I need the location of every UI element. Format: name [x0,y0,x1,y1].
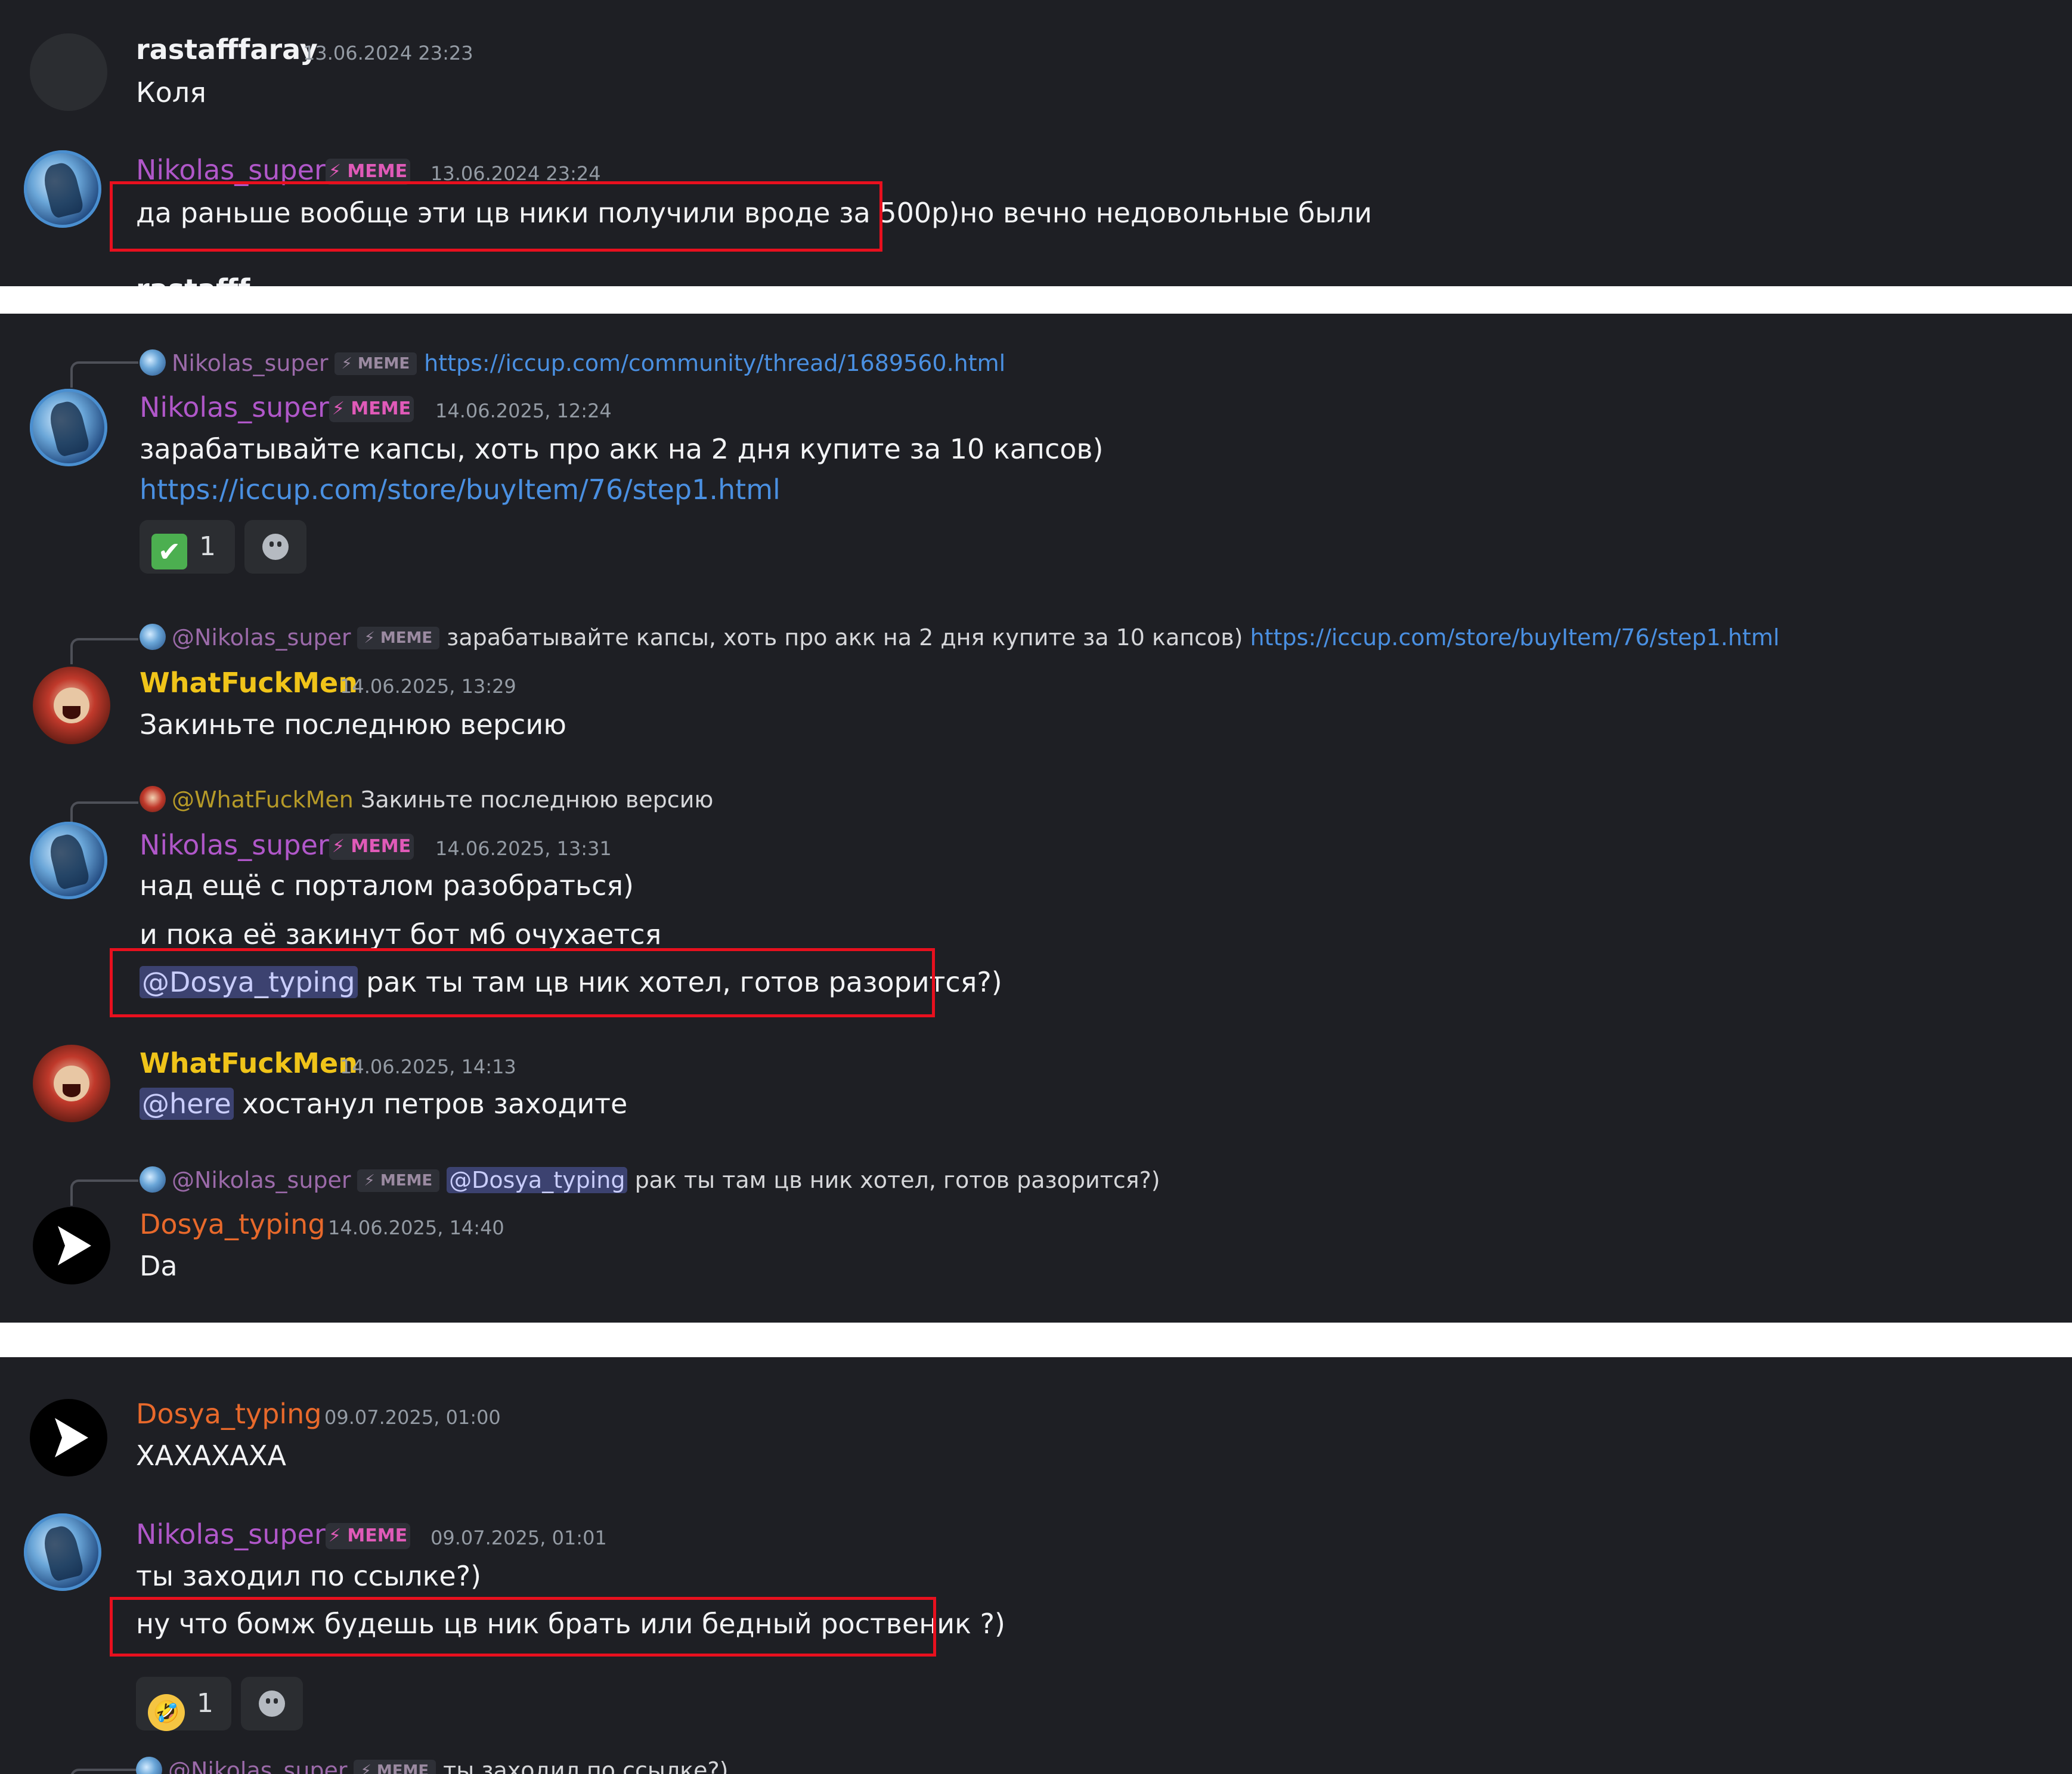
chat-panel-3: Dosya_typing 09.07.2025, 01:00 ХАХАХАХА … [0,1357,2072,1774]
author-name[interactable]: Dosya_typing [140,1208,326,1240]
author-name[interactable]: Nikolas_super [140,829,329,861]
reaction-check[interactable]: ✔ 1 [140,520,235,574]
reply-link[interactable]: https://iccup.com/community/thread/16895… [424,350,1005,376]
highlight-box [110,1597,936,1657]
author-name[interactable]: rastafffaray [136,33,318,66]
message-text: @here хостанул петров заходите [140,1088,627,1120]
rolling-laughing-icon: 🤣 [148,1694,185,1731]
reaction-count: 1 [197,1688,213,1719]
avatar[interactable] [24,1513,101,1591]
reply-author: @Nikolas_super [168,1757,348,1774]
message-text: зарабатывайте капсы, хоть про акк на 2 д… [140,433,1104,465]
reply-avatar [136,1757,162,1774]
role-tag: ⚡ MEME [329,396,414,422]
message-text-rest: но вечно недовольные были [959,197,1372,229]
reply-role-tag: ⚡ MEME [334,352,417,375]
avatar[interactable] [33,667,110,744]
timestamp: 14.06.2025, 13:29 [340,675,516,698]
avatar[interactable] [30,1399,107,1476]
reaction-laugh[interactable]: 🤣 1 [136,1677,231,1731]
reply-text: рак ты там цв ник хотел, готов разорится… [634,1167,1160,1193]
reply-role-tag: ⚡ MEME [353,1760,436,1774]
check-mark-icon: ✔ [151,534,187,569]
author-name[interactable]: Nikolas_super [140,391,329,423]
message-text: Коля [136,76,206,109]
timestamp: 09.07.2025, 01:01 [430,1527,607,1549]
reply-preview[interactable]: @Nikolas_super ⚡ MEME @Dosya_typing рак ты… [140,1166,1160,1193]
chat-panel-2: Nikolas_super ⚡ MEME https://iccup.com/com… [0,314,2072,1323]
role-tag: ⚡ MEME [329,834,414,860]
avatar[interactable] [30,389,107,466]
author-name-partial[interactable]: rastafff [136,273,250,286]
add-reaction-button[interactable] [244,520,306,574]
author-name[interactable]: WhatFuckMen [140,1047,358,1079]
chat-panel-1: rastafffaray 13.06.2024 23:23 Коля Nikol… [0,0,2072,286]
here-mention[interactable]: @here [140,1088,234,1120]
author-name[interactable]: WhatFuckMen [140,667,358,699]
reply-connector [70,1179,138,1206]
reply-author: @Nikolas_super [172,1167,351,1193]
reply-role-tag: ⚡ MEME [357,627,440,649]
reply-preview-partial[interactable]: @Nikolas_super ⚡ MEME ты заходил по ссылке… [136,1757,728,1774]
timestamp: 13.06.2024 23:23 [303,42,473,64]
avatar[interactable] [33,1045,110,1122]
timestamp: 14.06.2025, 14:13 [340,1055,516,1078]
add-reaction-button[interactable] [241,1677,303,1730]
reply-preview[interactable]: @Nikolas_super ⚡ MEME зарабатывайте капсы,… [140,624,1779,651]
reply-connector [70,361,138,388]
avatar[interactable] [30,33,107,111]
smiley-icon [259,1691,285,1717]
smiley-icon [262,534,289,560]
message-line-2: и пока её закинут бот мб очухается [140,918,662,951]
message-text-body: хостанул петров заходите [242,1088,628,1120]
reply-mention[interactable]: @Dosya_typing [447,1167,628,1193]
reply-connector [70,638,138,664]
reply-author: @Nikolas_super [172,624,351,651]
message-line-1: ты заходил по ссылке?) [136,1560,482,1592]
reply-preview[interactable]: @WhatFuckMen Закиньте последнюю версию [140,786,713,813]
role-tag: ⚡ MEME [326,1523,410,1549]
reply-text: зарабатывайте капсы, хоть про акк на 2 д… [447,624,1243,651]
message-line-1: над ещё с порталом разобраться) [140,869,634,902]
reply-preview[interactable]: Nikolas_super ⚡ MEME https://iccup.com/com… [140,349,1005,376]
reply-author: @WhatFuckMen [172,787,354,813]
message-text: Закиньте последнюю версию [140,708,566,741]
reply-avatar [140,1166,166,1193]
timestamp: 14.06.2025, 13:31 [435,837,612,860]
highlight-box [110,948,935,1017]
reply-text: ты заходил по ссылке?) [443,1757,729,1774]
highlight-box [110,181,882,252]
message-link[interactable]: https://iccup.com/store/buyItem/76/step1… [140,473,781,506]
reply-role-tag: ⚡ MEME [357,1169,440,1192]
timestamp: 14.06.2025, 14:40 [328,1216,504,1239]
avatar[interactable] [30,822,107,899]
reply-link[interactable]: https://iccup.com/store/buyItem/76/step1… [1250,624,1780,651]
reply-text: Закиньте последнюю версию [360,787,714,813]
reply-author: Nikolas_super [172,350,329,376]
author-name[interactable]: Nikolas_super [136,1518,326,1550]
timestamp: 14.06.2025, 12:24 [435,400,612,422]
reply-avatar [140,624,166,650]
avatar[interactable] [24,150,101,228]
reaction-count: 1 [199,531,216,562]
author-name[interactable]: Dosya_typing [136,1398,322,1430]
reply-avatar [140,349,166,376]
reply-avatar [140,786,166,812]
message-text: Da [140,1250,178,1282]
message-text: ХАХАХАХА [136,1439,286,1472]
reply-connector [70,1769,138,1774]
avatar[interactable] [33,1207,110,1284]
timestamp: 09.07.2025, 01:00 [324,1406,501,1429]
